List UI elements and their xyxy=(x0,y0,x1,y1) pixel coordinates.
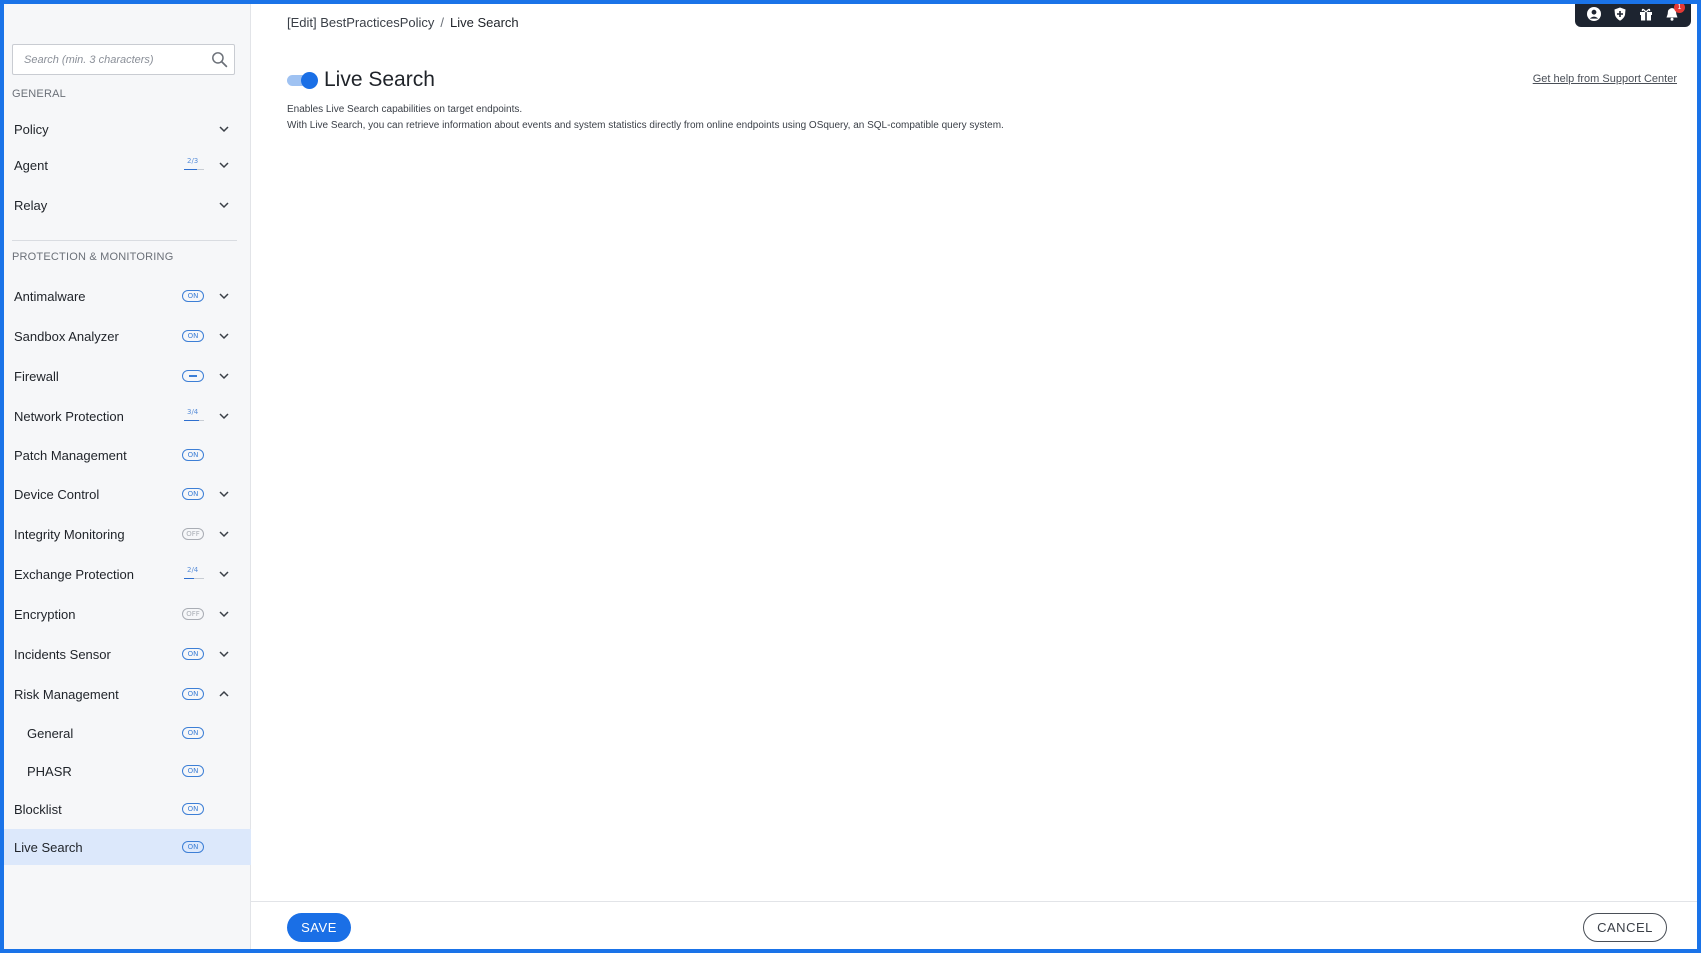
status-badge: ON xyxy=(182,688,204,700)
sidebar-item-risk-management[interactable]: Risk Management ON xyxy=(4,676,251,712)
status-badge: ON xyxy=(182,841,204,853)
status-badge: ON xyxy=(182,488,204,500)
status-fraction-text: 2/4 xyxy=(187,566,199,574)
status-badge: ON xyxy=(182,727,204,739)
page-title: Live Search xyxy=(324,68,435,91)
sidebar-item-policy[interactable]: Policy xyxy=(4,111,251,147)
breadcrumb: [Edit] BestPracticesPolicy / Live Search xyxy=(287,15,519,30)
sidebar-item-incidents-sensor[interactable]: Incidents Sensor ON xyxy=(4,636,251,672)
sidebar-item-live-search[interactable]: Live Search ON xyxy=(4,829,251,865)
notification-count-badge: 1 xyxy=(1674,1,1685,13)
sidebar-item-exchange-protection[interactable]: Exchange Protection 2/4 xyxy=(4,556,251,592)
sidebar-item-network-protection[interactable]: Network Protection 3/4 xyxy=(4,398,251,434)
sidebar-item-label: Firewall xyxy=(14,368,59,384)
chevron-down-icon[interactable] xyxy=(218,488,230,500)
sidebar-item-label: Incidents Sensor xyxy=(14,646,111,662)
sidebar-item-patch-management[interactable]: Patch Management ON xyxy=(4,437,251,473)
status-badge-partial xyxy=(182,370,204,382)
sidebar-item-agent[interactable]: Agent 2/3 xyxy=(4,147,251,183)
sidebar-item-label: PHASR xyxy=(27,763,72,779)
status-badge: ON xyxy=(182,290,204,302)
status-fraction: 2/3 xyxy=(184,157,206,171)
section-header-general: GENERAL xyxy=(12,88,66,100)
section-divider xyxy=(12,240,237,241)
sidebar-subitem-general[interactable]: General ON xyxy=(4,715,251,751)
chevron-down-icon[interactable] xyxy=(218,290,230,302)
sidebar-item-label: Network Protection xyxy=(14,408,124,424)
gift-icon[interactable] xyxy=(1638,6,1654,22)
sidebar-item-label: Policy xyxy=(14,121,49,137)
status-badge: ON xyxy=(182,765,204,777)
chevron-down-icon[interactable] xyxy=(218,528,230,540)
user-icon[interactable] xyxy=(1586,6,1602,22)
sidebar-item-label: Patch Management xyxy=(14,447,127,463)
sidebar-item-label: Encryption xyxy=(14,606,76,622)
chevron-down-icon[interactable] xyxy=(218,159,230,171)
chevron-down-icon[interactable] xyxy=(218,123,230,135)
status-badge: ON xyxy=(182,330,204,342)
sidebar-item-sandbox-analyzer[interactable]: Sandbox Analyzer ON xyxy=(4,318,251,354)
shield-icon[interactable] xyxy=(1612,6,1628,22)
sidebar-item-firewall[interactable]: Firewall xyxy=(4,358,251,394)
sidebar-item-integrity-monitoring[interactable]: Integrity Monitoring OFF xyxy=(4,516,251,552)
sidebar-item-label: Antimalware xyxy=(14,288,86,304)
status-fraction: 2/4 xyxy=(184,566,206,580)
status-fraction-fill xyxy=(184,419,199,421)
chevron-down-icon[interactable] xyxy=(218,330,230,342)
chevron-down-icon[interactable] xyxy=(218,608,230,620)
toggle-knob xyxy=(301,72,318,89)
sidebar-item-label: Integrity Monitoring xyxy=(14,526,125,542)
status-fraction-fill xyxy=(184,577,194,579)
live-search-toggle[interactable] xyxy=(287,72,319,89)
status-badge: ON xyxy=(182,449,204,461)
sidebar-item-label: Blocklist xyxy=(14,801,62,817)
sidebar-item-label: Risk Management xyxy=(14,686,119,702)
status-badge: ON xyxy=(182,803,204,815)
status-fraction-fill xyxy=(184,168,197,170)
sidebar-item-label: Relay xyxy=(14,197,48,213)
sidebar-item-label: General xyxy=(27,725,74,741)
section-header-protection: PROTECTION & MONITORING xyxy=(12,251,174,263)
support-center-link[interactable]: Get help from Support Center xyxy=(1533,73,1677,85)
chevron-down-icon[interactable] xyxy=(218,648,230,660)
chevron-up-icon[interactable] xyxy=(218,688,230,700)
sidebar-search xyxy=(12,44,235,75)
description-line-1: Enables Live Search capabilities on targ… xyxy=(287,104,523,115)
breadcrumb-separator: / xyxy=(440,15,445,30)
sidebar-item-device-control[interactable]: Device Control ON xyxy=(4,476,251,512)
footer-bar: SAVE CANCEL xyxy=(251,901,1697,949)
sidebar-item-label: Sandbox Analyzer xyxy=(14,328,119,344)
breadcrumb-parent[interactable]: [Edit] BestPracticesPolicy xyxy=(287,15,434,30)
status-badge: OFF xyxy=(182,528,204,540)
sidebar-item-label: Live Search xyxy=(14,839,83,855)
policy-sidebar: GENERAL Policy Agent 2/3 Relay PROTECTIO… xyxy=(4,4,251,949)
chevron-down-icon[interactable] xyxy=(218,410,230,422)
sidebar-item-relay[interactable]: Relay xyxy=(4,187,251,223)
notifications[interactable]: 1 xyxy=(1664,1,1685,22)
top-toolbar: 1 xyxy=(1575,0,1691,27)
sidebar-item-blocklist[interactable]: Blocklist ON xyxy=(4,791,251,827)
status-badge: OFF xyxy=(182,608,204,620)
sidebar-item-label: Agent xyxy=(14,157,48,173)
breadcrumb-current: Live Search xyxy=(450,15,519,30)
sidebar-item-antimalware[interactable]: Antimalware ON xyxy=(4,278,251,314)
status-badge: ON xyxy=(182,648,204,660)
save-button[interactable]: SAVE xyxy=(287,913,351,942)
cancel-button[interactable]: CANCEL xyxy=(1583,913,1667,942)
chevron-down-icon[interactable] xyxy=(218,199,230,211)
sidebar-item-label: Exchange Protection xyxy=(14,566,134,582)
chevron-down-icon[interactable] xyxy=(218,370,230,382)
chevron-down-icon[interactable] xyxy=(218,568,230,580)
sidebar-item-encryption[interactable]: Encryption OFF xyxy=(4,596,251,632)
sidebar-item-label: Device Control xyxy=(14,486,100,502)
sidebar-subitem-phasr[interactable]: PHASR ON xyxy=(4,753,251,789)
window-frame xyxy=(0,0,1701,953)
status-fraction-text: 2/3 xyxy=(187,157,199,165)
status-fraction-text: 3/4 xyxy=(187,408,199,416)
description-line-2: With Live Search, you can retrieve infor… xyxy=(287,120,1004,131)
search-icon[interactable] xyxy=(211,51,228,68)
sidebar-search-input[interactable] xyxy=(13,45,203,74)
status-fraction: 3/4 xyxy=(184,408,206,422)
